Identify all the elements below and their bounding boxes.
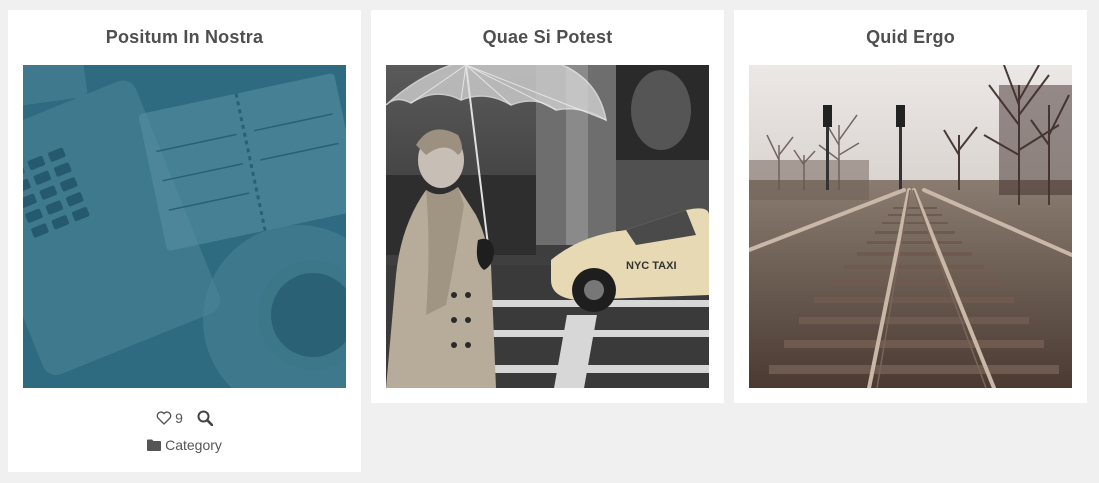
heart-icon (156, 411, 172, 425)
card-title: Quae Si Potest (371, 10, 724, 65)
like-button[interactable]: 9 (156, 410, 183, 426)
card-title: Positum In Nostra (8, 10, 361, 65)
portfolio-grid: Positum In Nostra 9 Category Quae Si Pot… (0, 0, 1099, 483)
portfolio-card: Quae Si Potest NYC TAXI (371, 10, 724, 403)
like-count: 9 (175, 410, 183, 426)
search-icon (197, 410, 213, 426)
card-title-link[interactable]: Quae Si Potest (483, 27, 613, 47)
card-meta: 9 Category (8, 388, 361, 456)
portfolio-card: Quid Ergo (734, 10, 1087, 403)
woman-umbrella-image: NYC TAXI (386, 65, 709, 388)
card-thumbnail[interactable] (23, 65, 346, 388)
card-title: Quid Ergo (734, 10, 1087, 65)
card-thumbnail[interactable] (749, 65, 1072, 388)
folder-icon (147, 439, 162, 451)
card-title-link[interactable]: Positum In Nostra (106, 27, 263, 47)
portfolio-card: Positum In Nostra 9 Category (8, 10, 361, 472)
railroad-tracks-image (749, 65, 1072, 388)
category-link[interactable]: Category (165, 437, 222, 453)
card-thumbnail[interactable]: NYC TAXI (386, 65, 709, 388)
card-title-link[interactable]: Quid Ergo (866, 27, 955, 47)
zoom-button[interactable] (197, 410, 213, 426)
workspace-desk-image (23, 65, 346, 388)
taxi-label: NYC TAXI (626, 260, 677, 272)
